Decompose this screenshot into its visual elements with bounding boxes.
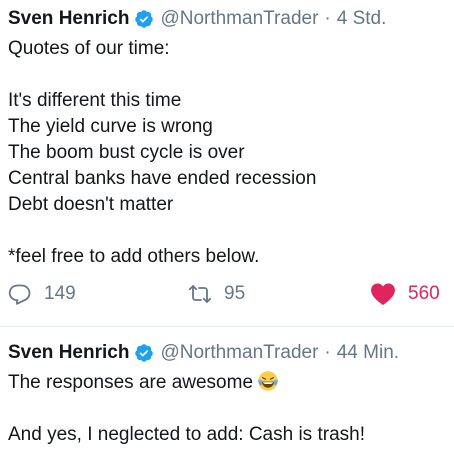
tweet-header: Sven Henrich @NorthmanTrader · 44 Min. <box>8 340 454 366</box>
tweet-line: It's different this time <box>8 90 182 111</box>
display-name[interactable]: Sven Henrich <box>8 342 129 364</box>
tweet[interactable]: Sven Henrich @NorthmanTrader · 44 Min. T… <box>8 340 454 448</box>
face-with-tears-of-joy-icon <box>258 371 278 391</box>
retweet-icon <box>188 285 212 303</box>
tweet[interactable]: Sven Henrich @NorthmanTrader · 4 Std. Qu… <box>8 6 454 270</box>
tweet-line: The yield curve is wrong <box>8 116 213 137</box>
like-button[interactable]: 560 <box>370 281 440 307</box>
tweet-line: The responses are awesome <box>8 370 454 396</box>
tweet-line-text: The responses are awesome <box>8 372 254 393</box>
verified-badge-icon <box>135 10 154 28</box>
like-count: 560 <box>408 283 440 304</box>
timestamp[interactable]: 4 Std. <box>337 8 387 30</box>
tweet-actions: 149 95 560 <box>8 281 448 307</box>
retweet-count: 95 <box>224 283 246 304</box>
reply-button[interactable]: 149 <box>8 281 76 307</box>
handle[interactable]: @NorthmanTrader <box>160 342 318 364</box>
tweet-divider <box>0 326 454 327</box>
reply-icon <box>8 284 31 305</box>
tweet-line: And yes, I neglected to add: Cash is tra… <box>8 424 365 445</box>
tweet-text: Quotes of our time: It's different this … <box>8 36 454 270</box>
heart-icon <box>371 283 395 306</box>
reply-count: 149 <box>44 283 76 304</box>
separator-dot: · <box>324 342 331 363</box>
tweet-text: The responses are awesome And yes, I neg… <box>8 370 454 448</box>
tweet-header: Sven Henrich @NorthmanTrader · 4 Std. <box>8 6 454 32</box>
display-name[interactable]: Sven Henrich <box>8 8 129 30</box>
tweet-line: Quotes of our time: <box>8 38 170 59</box>
retweet-button[interactable]: 95 <box>188 281 245 307</box>
verified-badge-icon <box>135 344 154 362</box>
separator-dot: · <box>324 8 331 29</box>
tweet-line: The boom bust cycle is over <box>8 142 245 163</box>
handle[interactable]: @NorthmanTrader <box>160 8 318 30</box>
timestamp[interactable]: 44 Min. <box>337 342 399 364</box>
tweet-line: Central banks have ended recession <box>8 168 317 189</box>
tweet-line: Debt doesn't matter <box>8 194 174 215</box>
tweet-line: *feel free to add others below. <box>8 246 260 267</box>
